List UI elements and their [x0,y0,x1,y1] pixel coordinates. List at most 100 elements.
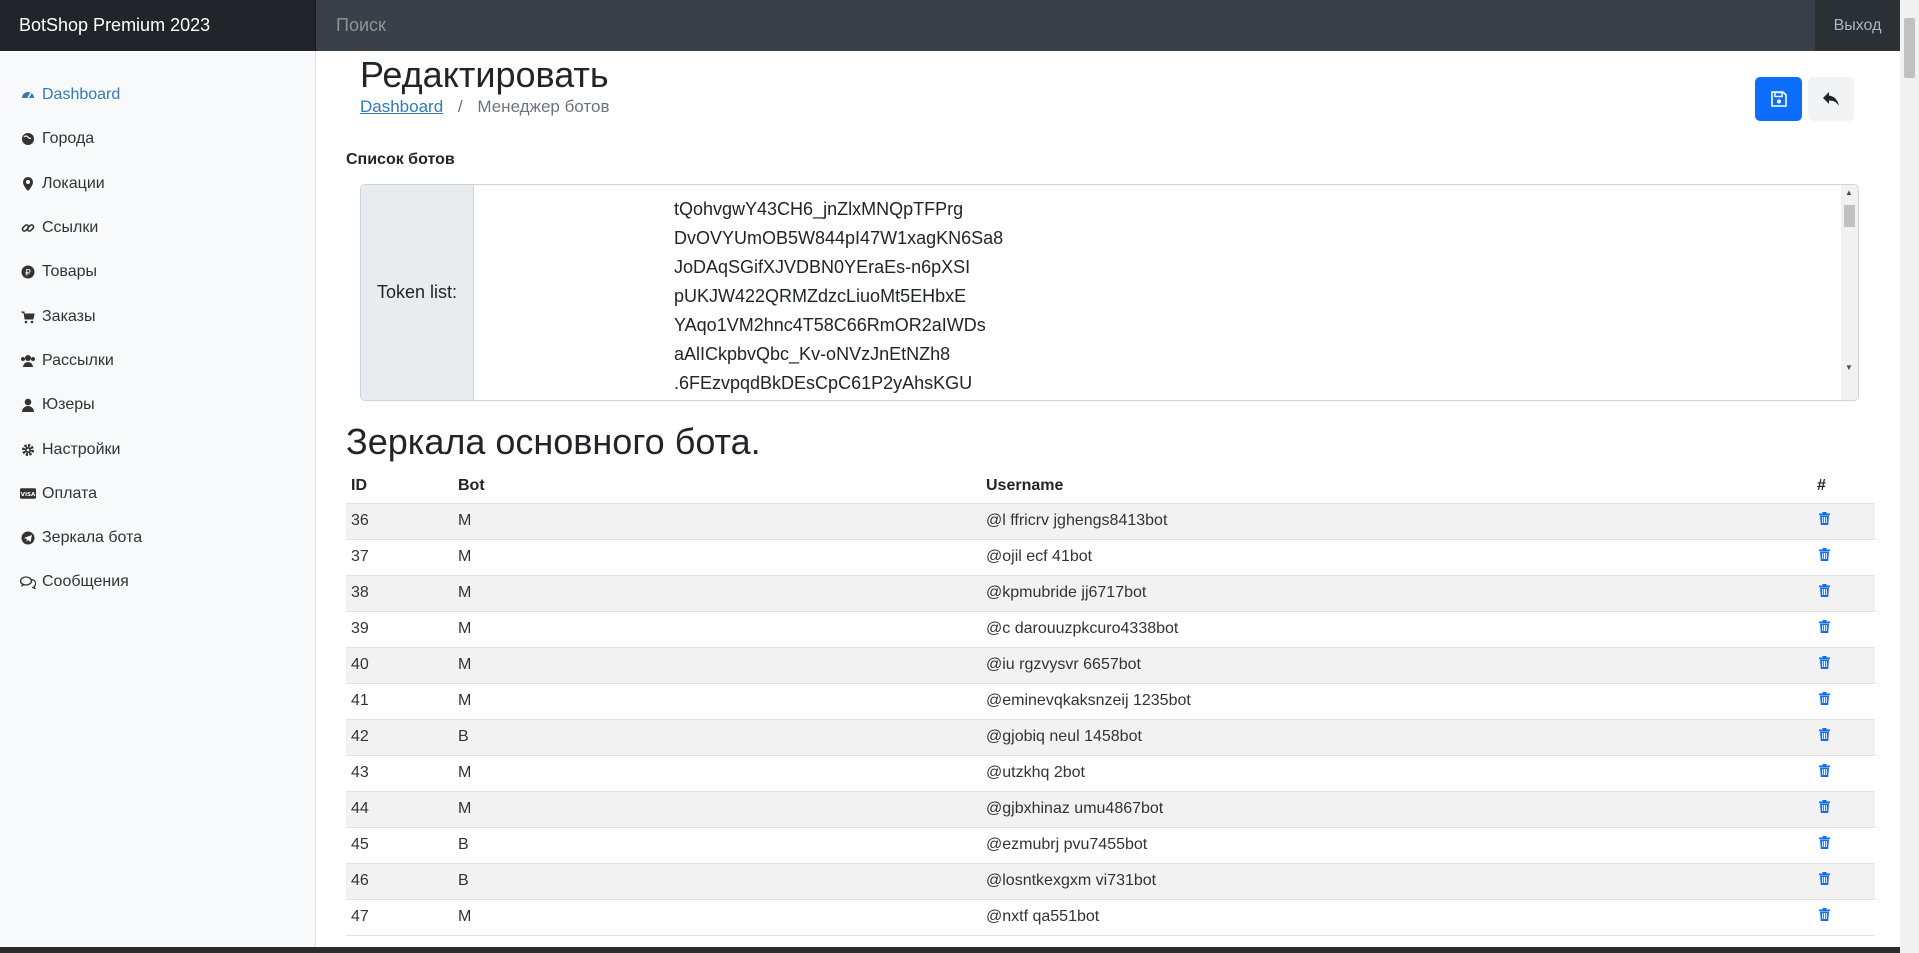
sidebar-item-mirrors[interactable]: Зеркала бота [0,516,315,560]
cell-username: @eminevqkaksnzeij 1235bot [981,683,1812,720]
trash-icon[interactable] [1817,908,1831,922]
table-row: 45 B @ezmubrj pvu7455bot [346,827,1875,864]
page-scrollbar-thumb[interactable] [1904,18,1915,78]
token-line: pUKJW422QRMZdzcLiuoMt5EHbxE [674,286,967,306]
table-row: 40 M @iu rgzvysvr 6657bot [346,647,1875,684]
bottom-bar [0,947,1900,953]
cell-bot: M [453,539,981,576]
table-header-row: ID Bot Username # [346,469,1875,504]
scrollbar-thumb[interactable] [1844,205,1855,227]
sidebar-item-links[interactable]: Ссылки [0,206,315,250]
table-row: 38 M @kpmubride jj6717bot [346,575,1875,612]
svg-text:VISA: VISA [21,492,36,498]
token-list-textarea[interactable]: tQohvgwY43CH6_jnZlxMNQpTFPrg DvOVYUmOB5W… [474,185,1858,400]
cell-username: @gjbxhinaz umu4867bot [981,791,1812,828]
sidebar-item-orders[interactable]: Заказы [0,294,315,338]
breadcrumb-separator: / [457,97,463,116]
cell-bot: B [453,827,981,864]
search-input[interactable] [316,0,1815,51]
cell-id: 45 [346,827,453,864]
sidebar: Dashboard Города Локации Ссылки ₽ Товары… [0,51,316,953]
table-row: 47 M @nxtf qa551bot [346,899,1875,936]
cell-id: 37 [346,539,453,576]
table-row: 46 B @losntkexgxm vi731bot [346,863,1875,900]
sidebar-item-label: Настройки [42,440,121,458]
logout-link[interactable]: Выход [1815,0,1900,51]
cell-bot: B [453,863,981,900]
cell-actions [1812,683,1875,720]
table-row: 39 M @c darouuzpkcuro4338bot [346,611,1875,648]
trash-icon[interactable] [1817,872,1831,886]
cell-actions [1812,575,1875,612]
cell-actions [1812,539,1875,576]
cell-id: 39 [346,611,453,648]
sidebar-item-label: Сообщения [42,573,129,591]
sidebar-item-label: Города [42,130,95,148]
gear-icon [20,443,36,457]
globe-icon [20,132,36,146]
trash-icon[interactable] [1817,620,1831,634]
scroll-down-icon[interactable]: ▼ [1845,363,1853,372]
cell-bot: B [453,719,981,756]
sidebar-item-messages[interactable]: Сообщения [0,560,315,604]
cell-id: 36 [346,503,453,540]
sidebar-item-label: Ссылки [42,219,99,237]
cell-username: @ezmubrj pvu7455bot [981,827,1812,864]
sidebar-item-label: Заказы [42,307,96,325]
cell-actions [1812,791,1875,828]
token-line: .6FEzvpqdBkDEsCpC61P2yAhsKGU [674,373,973,393]
sidebar-item-locations[interactable]: Локации [0,162,315,206]
table-row: 44 M @gjbxhinaz umu4867bot [346,791,1875,828]
breadcrumb-current: Менеджер ботов [477,97,610,116]
trash-icon[interactable] [1817,836,1831,850]
cell-id: 42 [346,719,453,756]
sidebar-item-label: Юзеры [42,396,95,414]
trash-icon[interactable] [1817,692,1831,706]
trash-icon[interactable] [1817,764,1831,778]
token-line: YAqo1VM2hnc4T58C66RmOR2aIWDs [674,315,986,335]
cell-bot: M [453,503,981,540]
svg-text:₽: ₽ [25,269,31,279]
sidebar-item-users[interactable]: Юзеры [0,383,315,427]
sidebar-item-products[interactable]: ₽ Товары [0,250,315,294]
sidebar-item-dashboard[interactable]: Dashboard [0,73,315,117]
cell-username: @c darouuzpkcuro4338bot [981,611,1812,648]
cell-username: @ojil ecf 41bot [981,539,1812,576]
cell-username: @l ffricrv jghengs8413bot [981,503,1812,540]
save-button[interactable] [1755,77,1802,121]
sidebar-item-label: Рассылки [42,351,114,369]
cell-bot: M [453,791,981,828]
cell-actions [1812,863,1875,900]
cell-id: 46 [346,863,453,900]
trash-icon[interactable] [1817,656,1831,670]
trash-icon[interactable] [1817,728,1831,742]
cell-username: @gjobiq neul 1458bot [981,719,1812,756]
cell-actions [1812,755,1875,792]
column-header-id: ID [346,469,453,504]
scroll-up-icon[interactable]: ▲ [1845,188,1853,197]
sidebar-item-payment[interactable]: VISA Оплата [0,472,315,516]
sidebar-item-label: Зеркала бота [42,529,143,547]
trash-icon[interactable] [1817,800,1831,814]
breadcrumb-dashboard-link[interactable]: Dashboard [360,97,443,116]
visa-icon: VISA [20,487,36,500]
breadcrumb: Dashboard / Менеджер ботов [360,97,609,117]
table-row: 37 M @ojil ecf 41bot [346,539,1875,576]
table-row: 43 M @utzkhq 2bot [346,755,1875,792]
trash-icon[interactable] [1817,548,1831,562]
trash-icon[interactable] [1817,584,1831,598]
sidebar-item-settings[interactable]: Настройки [0,427,315,471]
trash-icon[interactable] [1817,512,1831,526]
token-line: JoDAqSGifXJVDBN0YEraEs-n6pXSI [674,257,971,277]
sidebar-item-cities[interactable]: Города [0,117,315,161]
back-button[interactable] [1808,77,1854,121]
cell-username: @nxtf qa551bot [981,899,1812,936]
page-scrollbar[interactable] [1900,0,1919,953]
textarea-scrollbar[interactable]: ▲ ▼ [1841,185,1858,400]
table-row: 36 M @l ffricrv jghengs8413bot [346,503,1875,540]
bot-list-label: Список ботов [346,151,455,168]
sidebar-item-mailings[interactable]: Рассылки [0,339,315,383]
telegram-icon [20,531,36,545]
sidebar-item-label: Оплата [42,484,98,502]
brand-title[interactable]: BotShop Premium 2023 [0,0,316,51]
